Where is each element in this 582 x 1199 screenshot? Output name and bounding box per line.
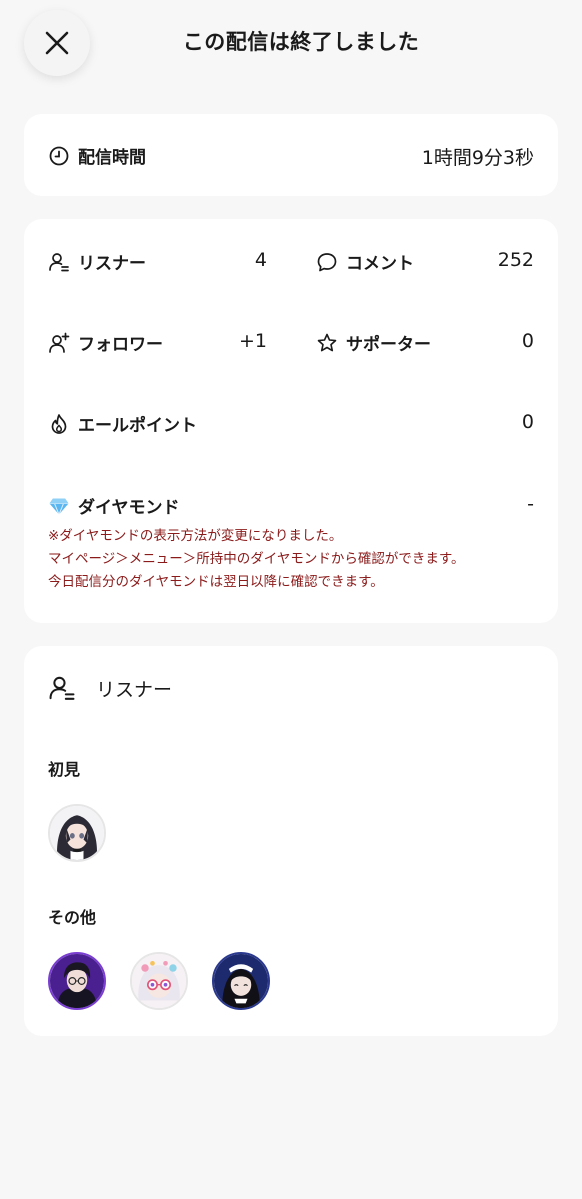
stat-supporters-label: サポーター [346, 335, 431, 355]
stat-listeners: リスナー [48, 249, 146, 274]
avatar-maid-navy[interactable] [212, 952, 270, 1010]
stat-comments-label: コメント [346, 254, 414, 274]
stat-listeners-label: リスナー [78, 254, 146, 274]
person-add-icon [48, 332, 70, 354]
stat-supporters-value: 0 [521, 330, 534, 352]
duration-row: 配信時間 [48, 143, 146, 168]
stat-comments: コメント [316, 249, 414, 274]
stat-followers-label: フォロワー [78, 335, 163, 355]
stat-listeners-value: 4 [254, 249, 267, 271]
avatar-glasses-purple[interactable] [48, 952, 106, 1010]
close-icon [45, 31, 69, 55]
comment-icon [316, 251, 338, 273]
diamond-notice-line-1: ※ダイヤモンドの表示方法が変更になりました。 [48, 528, 343, 544]
star-icon [316, 332, 338, 354]
person-list-icon [48, 674, 76, 702]
others-label: その他 [48, 908, 97, 927]
diamond-notice-line-2: マイページ＞メニュー＞所持中のダイヤモンドから確認ができます。 [48, 551, 465, 567]
stat-diamonds-value: - [527, 493, 534, 515]
page-title: この配信は終了しました [182, 30, 420, 54]
stat-diamonds: ダイヤモンド [48, 493, 180, 518]
stat-followers-value: +1 [238, 330, 267, 352]
clock-icon [48, 145, 70, 167]
duration-card: 配信時間 1時間9分3秒 [24, 114, 558, 196]
stat-followers: フォロワー [48, 330, 163, 355]
duration-label: 配信時間 [78, 148, 146, 168]
diamond-notice-line-3: 今日配信分のダイヤモンドは翌日以降に確認できます。 [48, 574, 384, 590]
stat-supporters: サポーター [316, 330, 431, 355]
diamond-notice: ※ダイヤモンドの表示方法が変更になりました。 マイページ＞メニュー＞所持中のダイ… [48, 525, 464, 594]
stat-cheer-points-label: エールポイント [78, 416, 197, 436]
avatar-pastel-glasses[interactable] [130, 952, 188, 1010]
stat-cheer-points: エールポイント [48, 411, 197, 436]
stat-diamonds-label: ダイヤモンド [78, 498, 180, 518]
stat-cheer-points-value: 0 [521, 411, 534, 433]
flame-icon [48, 413, 70, 435]
close-button[interactable] [24, 10, 90, 76]
header: この配信は終了しました [0, 0, 582, 90]
listeners-section-title-text: リスナー [96, 678, 173, 701]
listeners-section-title: リスナー [48, 674, 172, 702]
stats-card: リスナー 4 コメント 252 フォロワー +1 サポーター 0 エールポイント… [24, 219, 558, 623]
avatar-dark-hair-girl[interactable] [48, 804, 106, 862]
listeners-card: リスナー 初見 その他 [24, 646, 558, 1036]
stat-comments-value: 252 [497, 249, 534, 271]
first-time-label: 初見 [48, 760, 81, 779]
diamond-icon [48, 495, 70, 517]
duration-value: 1時間9分3秒 [421, 147, 534, 169]
person-icon [48, 251, 70, 273]
